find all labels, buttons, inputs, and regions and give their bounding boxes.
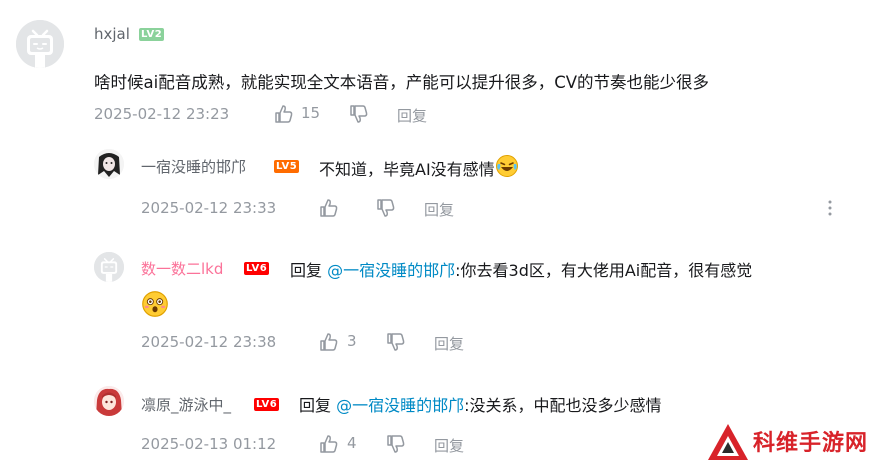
reply-time: 2025-02-13 01:12 (141, 435, 277, 453)
level-badge: LV5 (274, 160, 300, 173)
username[interactable]: 凛原_游泳中_ (141, 394, 231, 415)
reply-time: 2025-02-12 23:38 (141, 333, 277, 351)
reply-button[interactable]: 回复 (424, 199, 454, 220)
like-count: 3 (347, 332, 357, 350)
reply-text-body: 不知道，毕竟AI没有感情 (319, 160, 495, 179)
username[interactable]: 数一数二lkd (141, 258, 223, 279)
dislike-icon[interactable] (376, 198, 396, 218)
dislike-icon[interactable] (349, 104, 369, 124)
reply-prefix: 回复 (299, 396, 332, 415)
comment-text: 啥时候ai配音成熟，就能实现全文本语音，产能可以提升很多，CV的节奏也能少很多 (94, 73, 710, 92)
reply-text: 不知道，毕竟AI没有感情 (319, 154, 519, 182)
reply-time: 2025-02-12 23:33 (141, 199, 277, 217)
level-badge: LV6 (244, 262, 270, 275)
laugh-cry-emoji (495, 154, 519, 182)
like-count: 4 (347, 434, 357, 452)
surprised-emoji (141, 290, 169, 322)
tv-avatar-icon (94, 252, 124, 282)
like-icon[interactable] (319, 332, 339, 352)
reply-button[interactable]: 回复 (397, 105, 427, 126)
reply-prefix: 回复 (290, 261, 323, 280)
watermark-logo-icon (708, 424, 748, 460)
username[interactable]: 一宿没睡的邯邝 (141, 156, 246, 177)
level-badge: LV6 (254, 398, 280, 411)
level-badge: LV2 (139, 28, 165, 41)
like-icon[interactable] (274, 104, 294, 124)
dislike-icon[interactable] (386, 434, 406, 454)
more-icon[interactable] (824, 199, 836, 217)
avatar[interactable] (94, 252, 124, 282)
reply-text-body: :没关系，中配也没多少感情 (464, 396, 662, 415)
reply-button[interactable]: 回复 (434, 435, 464, 456)
tv-avatar-icon (16, 20, 64, 68)
username[interactable]: hxjal (94, 25, 130, 43)
like-icon[interactable] (319, 198, 339, 218)
reply-button[interactable]: 回复 (434, 333, 464, 354)
avatar[interactable] (94, 149, 124, 179)
avatar[interactable] (94, 386, 124, 416)
watermark: 科维手游网 (706, 420, 894, 464)
watermark-text: 科维手游网 (753, 431, 869, 456)
comment-time: 2025-02-12 23:23 (94, 105, 230, 123)
reply-text: 回复 @一宿没睡的邯邝:没关系，中配也没多少感情 (299, 392, 662, 416)
avatar[interactable] (16, 20, 64, 68)
dislike-icon[interactable] (386, 332, 406, 352)
mention-link[interactable]: @一宿没睡的邯邝 (327, 261, 455, 280)
reply-text-body: :你去看3d区，有大佬用Ai配音，很有感觉 (455, 261, 753, 280)
like-icon[interactable] (319, 434, 339, 454)
like-count: 15 (301, 104, 321, 122)
mention-link[interactable]: @一宿没睡的邯邝 (336, 396, 464, 415)
reply-text: 回复 @一宿没睡的邯邝:你去看3d区，有大佬用Ai配音，很有感觉 (290, 257, 752, 281)
